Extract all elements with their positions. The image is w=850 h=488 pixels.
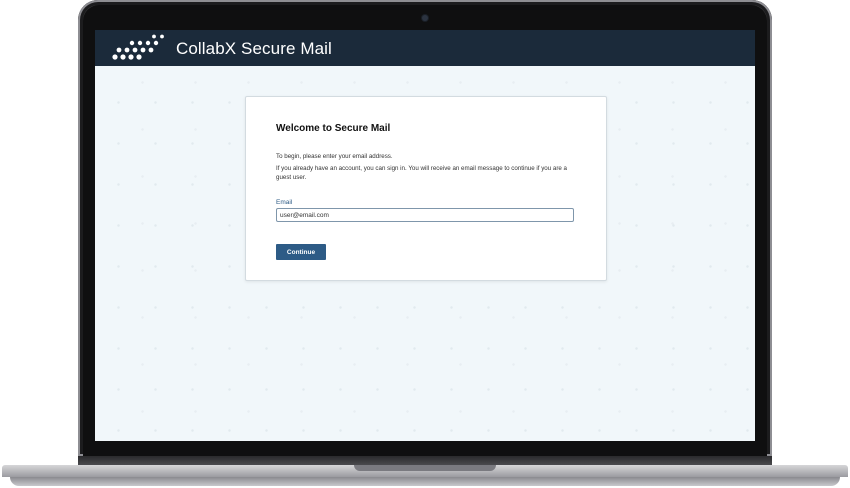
app-screen: CollabX Secure Mail Welcome to Secure Ma… [95,30,755,441]
laptop-base [0,465,850,488]
base-notch [354,465,496,471]
laptop-hinge [78,456,772,465]
guest-note-text: If you already have an account, you can … [276,165,567,181]
base-bottom [10,477,840,486]
email-field[interactable] [276,208,574,222]
collabx-logo-icon [112,34,164,60]
card-title: Welcome to Secure Mail [276,123,391,134]
app-title: CollabX Secure Mail [176,39,332,58]
continue-button[interactable]: Continue [276,244,326,260]
sign-in-card: Welcome to Secure Mail To begin, please … [245,96,607,281]
top-bar: CollabX Secure Mail [95,30,755,66]
intro-text: To begin, please enter your email addres… [276,153,393,160]
webcam-icon [422,15,428,21]
email-label: Email [276,199,293,206]
